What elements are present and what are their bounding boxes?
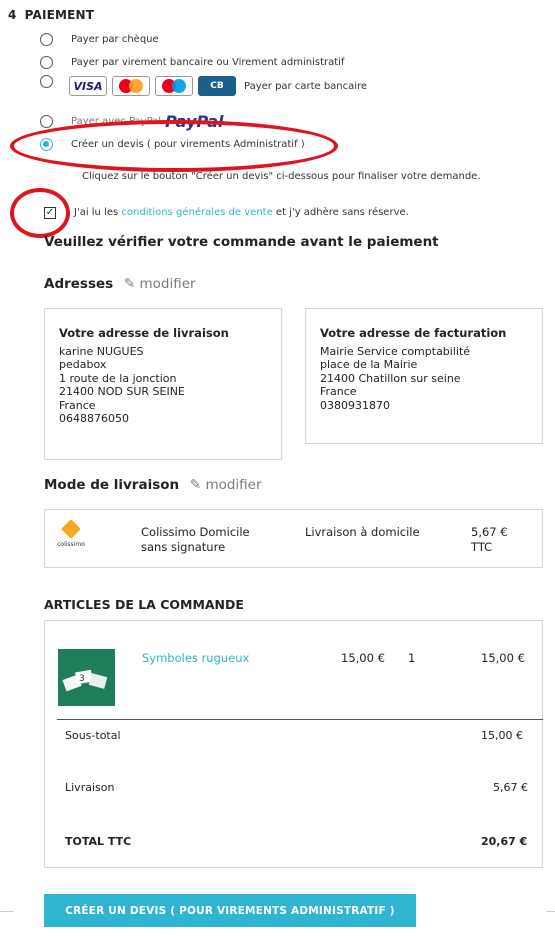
invoice-address-title: Votre adresse de facturation — [320, 326, 507, 340]
payment-option-transfer[interactable]: Payer par virement bancaire ou Virement … — [40, 56, 344, 69]
address-line: 1 route de la jonction — [59, 371, 177, 385]
divider — [546, 911, 555, 912]
address-line: 0380931870 — [320, 398, 390, 412]
carrier-delay: Livraison à domicile — [305, 525, 420, 539]
maestro-logo-icon — [155, 76, 193, 96]
colissimo-logo-icon: colissimo — [54, 519, 88, 548]
product-total: 15,00 € — [481, 651, 525, 665]
terms-checkbox[interactable]: ✓ — [44, 207, 56, 219]
subtotal-value: 15,00 € — [481, 729, 523, 742]
mastercard-logo-icon — [112, 76, 150, 96]
product-unit-price: 15,00 € — [341, 651, 385, 665]
option-label: Payer par virement bancaire ou Virement … — [71, 57, 345, 68]
verify-heading: Veuillez vérifier votre commande avant l… — [44, 234, 439, 250]
address-line: place de la Mairie — [320, 358, 418, 371]
address-line: pedabox — [59, 358, 107, 371]
edit-shipping-link[interactable]: ✎ modifier — [190, 477, 262, 493]
carrier-name: Colissimo Domicile sans signature — [141, 525, 250, 554]
payment-option-card[interactable]: VISA CB Payer par carte bancaire — [40, 74, 368, 96]
payment-info-text: Cliquez sur le bouton "Créer un devis" c… — [82, 171, 481, 182]
subtotal-label: Sous-total — [65, 729, 121, 742]
shipping-heading: Mode de livraison ✎ modifier — [44, 477, 262, 493]
address-line: karine NUGUES — [59, 344, 144, 358]
total-label: TOTAL TTC — [65, 835, 132, 848]
annotation-circle — [10, 188, 70, 238]
delivery-address-title: Votre adresse de livraison — [59, 326, 229, 340]
terms-link[interactable]: conditions générales de vente — [121, 207, 272, 218]
radio-button[interactable] — [40, 74, 53, 88]
terms-text: J'ai lu les conditions générales de vent… — [74, 207, 409, 218]
option-label: Payer par carte bancaire — [244, 80, 368, 92]
shipping-method-card: colissimo Colissimo Domicile sans signatu… — [44, 509, 543, 568]
radio-button[interactable] — [40, 33, 53, 46]
radio-button[interactable] — [40, 56, 53, 69]
address-line: 21400 Chatillon sur seine — [320, 371, 461, 385]
address-line: Mairie Service comptabilité — [320, 344, 471, 358]
address-line: France — [320, 385, 357, 398]
shipping-cost-label: Livraison — [65, 781, 115, 794]
product-quantity: 1 — [408, 651, 416, 665]
articles-heading: ARTICLES DE LA COMMANDE — [44, 597, 244, 612]
product-name-link[interactable]: Symboles rugueux — [142, 651, 249, 665]
address-line: 21400 NOD SUR SEINE — [59, 385, 185, 398]
total-value: 20,67 € — [481, 835, 528, 848]
divider — [57, 719, 543, 720]
pencil-icon: ✎ — [123, 276, 136, 292]
pencil-icon: ✎ — [189, 477, 202, 493]
annotation-oval — [10, 120, 338, 172]
delivery-address-card: Votre adresse de livraison karine NUGUES… — [44, 308, 282, 460]
order-summary-card: 3 Symboles rugueux 15,00 € 1 15,00 € Sou… — [44, 620, 543, 868]
payment-step-title: 4 PAIEMENT — [8, 8, 95, 22]
cb-logo-icon: CB — [198, 76, 236, 96]
divider — [0, 911, 14, 912]
product-thumbnail[interactable]: 3 — [58, 649, 115, 706]
invoice-address-card: Votre adresse de facturation Mairie Serv… — [305, 308, 543, 444]
address-line: France — [59, 398, 96, 412]
option-label: Payer par chèque — [71, 34, 159, 45]
visa-logo-icon: VISA — [69, 76, 107, 96]
radio-button[interactable] — [40, 115, 53, 128]
address-line: 0648876050 — [59, 412, 129, 425]
create-quote-button[interactable]: CRÉER UN DEVIS ( POUR VIREMENTS ADMINIST… — [44, 894, 416, 927]
edit-addresses-link[interactable]: ✎ modifier — [124, 276, 196, 292]
product-image-icon: 3 — [62, 669, 108, 692]
carrier-price: 5,67 € TTC — [471, 525, 508, 554]
svg-text:3: 3 — [79, 674, 85, 684]
shipping-cost-value: 5,67 € — [493, 781, 528, 794]
addresses-heading: Adresses ✎ modifier — [44, 276, 196, 292]
payment-option-cheque[interactable]: Payer par chèque — [40, 33, 159, 46]
